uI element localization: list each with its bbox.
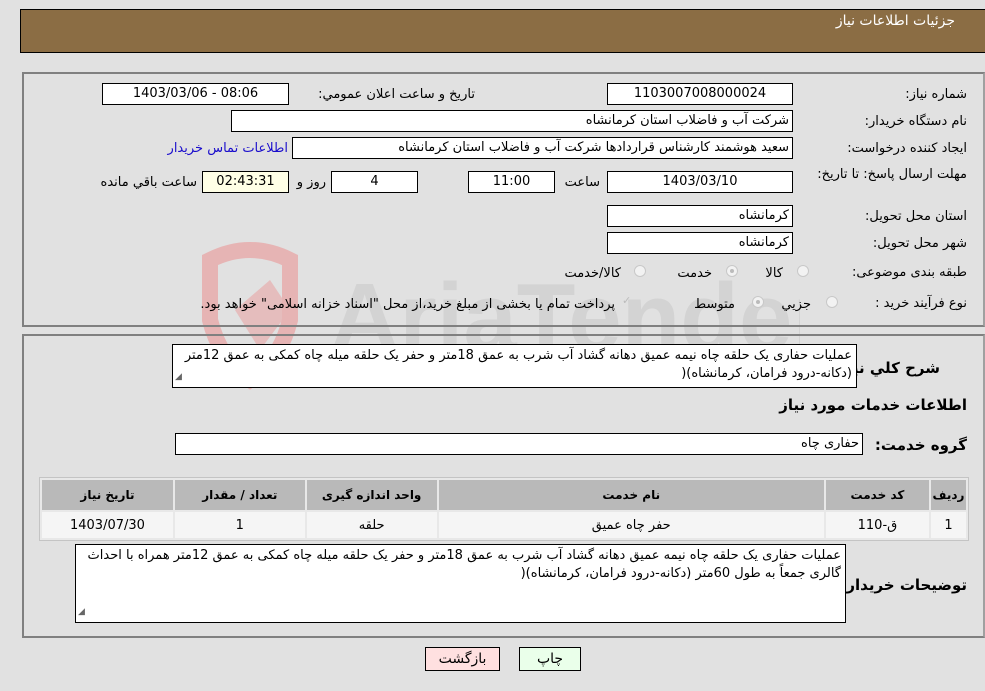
days-label: روز و: [296, 175, 326, 190]
delivery-city-label: شهر محل تحویل:: [872, 236, 967, 251]
category-option-goods-service: کالا/خدمت: [564, 266, 621, 281]
table-header-row: ردیف کد خدمت نام خدمت واحد اندازه گیری ت…: [42, 480, 966, 510]
delivery-province-field[interactable]: کرمانشاه: [607, 205, 793, 227]
print-button[interactable]: چاپ: [519, 647, 581, 671]
cell-unit: حلقه: [306, 512, 437, 538]
category-option-goods: کالا: [765, 266, 783, 281]
purchase-type-label: نوع فرآیند خرید :: [875, 296, 967, 311]
buyer-notes-textarea[interactable]: عملیات حفاری یک حلقه چاه نیمه عمیق دهانه…: [75, 544, 846, 623]
col-header-quantity: تعداد / مقدار: [174, 480, 305, 510]
requester-label: ایجاد کننده درخواست:: [847, 141, 967, 156]
cell-service-name: حفر چاه عمیق: [438, 512, 824, 538]
page-title: جزئیات اطلاعات نیاز: [835, 13, 955, 29]
service-group-field[interactable]: حفاری چاه: [175, 433, 863, 455]
buyer-notes-label: توضیحات خریدار:: [840, 576, 967, 594]
buyer-org-label: نام دستگاه خریدار:: [864, 114, 967, 129]
category-radio-goods-service[interactable]: [634, 265, 646, 277]
purchase-type-radio-minor[interactable]: [826, 296, 838, 308]
requester-field[interactable]: سعید هوشمند کارشناس قراردادها شرکت آب و …: [292, 137, 793, 159]
treasury-checkbox[interactable]: ✓: [622, 294, 634, 307]
purchase-type-option-medium: متوسط: [694, 297, 735, 312]
cell-need-date: 1403/07/30: [42, 512, 173, 538]
resize-grip-icon[interactable]: ◢: [78, 603, 85, 621]
summary-text: عملیات حفاری یک حلقه چاه نیمه عمیق دهانه…: [184, 348, 852, 381]
announce-datetime-field[interactable]: 1403/03/06 - 08:06: [102, 83, 289, 105]
remaining-time-label: ساعت باقي مانده: [100, 175, 197, 190]
need-number-field[interactable]: 1103007008000024: [607, 83, 793, 105]
buyer-org-field[interactable]: شرکت آب و فاضلاب استان کرمانشاه: [231, 110, 793, 132]
purchase-type-radio-medium[interactable]: [752, 296, 764, 308]
delivery-province-label: استان محل تحویل:: [865, 209, 967, 224]
col-header-need-date: تاریخ نیاز: [42, 480, 173, 510]
remaining-time-field[interactable]: 02:43:31: [202, 171, 289, 193]
category-label: طبقه بندی موضوعی:: [851, 265, 967, 280]
resize-grip-icon[interactable]: ◢: [175, 368, 182, 386]
col-header-row-number: ردیف: [930, 480, 966, 510]
delivery-city-field[interactable]: کرمانشاه: [607, 232, 793, 254]
col-header-unit: واحد اندازه گیری: [306, 480, 437, 510]
deadline-label: مهلت ارسال پاسخ: تا تاریخ:: [817, 167, 967, 182]
category-option-service: خدمت: [677, 266, 712, 281]
announce-datetime-label: تاریخ و ساعت اعلان عمومي:: [318, 87, 475, 102]
category-radio-goods[interactable]: [797, 265, 809, 277]
service-group-label: گروه خدمت:: [874, 436, 967, 454]
table-row: 1 ق-110 حفر چاه عمیق حلقه 1 1403/07/30: [42, 512, 966, 538]
treasury-note: پرداخت تمام یا بخشی از مبلغ خرید،از محل …: [200, 297, 615, 312]
buyer-contact-link[interactable]: اطلاعات تماس خریدار: [168, 141, 288, 156]
purchase-type-option-minor: جزيي: [781, 297, 811, 312]
cell-quantity: 1: [174, 512, 305, 538]
deadline-date-field[interactable]: 1403/03/10: [607, 171, 793, 193]
col-header-service-name: نام خدمت: [438, 480, 824, 510]
summary-textarea[interactable]: عملیات حفاری یک حلقه چاه نیمه عمیق دهانه…: [172, 344, 857, 388]
cell-row-number: 1: [930, 512, 966, 538]
deadline-time-field[interactable]: 11:00: [468, 171, 555, 193]
category-radio-service[interactable]: [726, 265, 738, 277]
back-button[interactable]: بازگشت: [425, 647, 500, 671]
cell-service-code: ق-110: [825, 512, 929, 538]
buyer-notes-text: عملیات حفاری یک حلقه چاه نیمه عمیق دهانه…: [87, 548, 841, 581]
services-heading: اطلاعات خدمات مورد نیاز: [779, 396, 967, 414]
need-number-label: شماره نیاز:: [905, 87, 967, 102]
col-header-service-code: کد خدمت: [825, 480, 929, 510]
services-table: ردیف کد خدمت نام خدمت واحد اندازه گیری ت…: [39, 477, 969, 541]
remaining-days-field[interactable]: 4: [331, 171, 418, 193]
deadline-time-label: ساعت: [564, 175, 600, 190]
